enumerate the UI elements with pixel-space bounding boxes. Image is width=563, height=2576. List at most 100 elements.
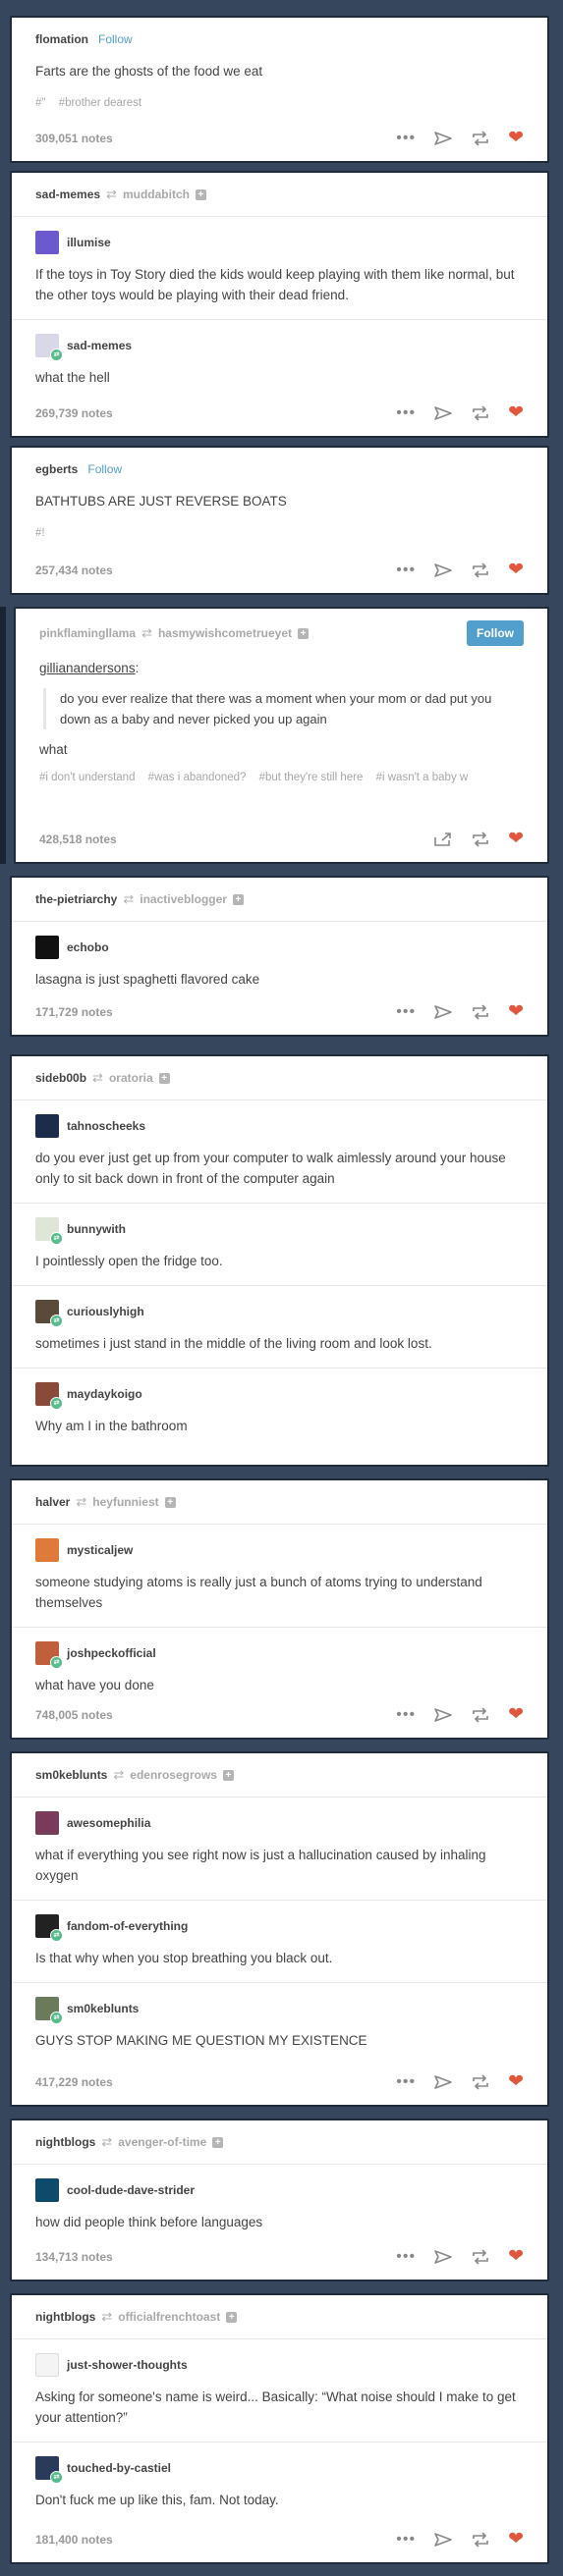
post-blog-name[interactable]: the-pietriarchy: [35, 892, 117, 906]
notes-count[interactable]: 134,713 notes: [35, 2250, 113, 2264]
notes-count[interactable]: 309,051 notes: [35, 132, 113, 145]
more-dots-icon[interactable]: •••: [396, 1003, 416, 1021]
share-icon[interactable]: [433, 2249, 453, 2265]
avatar[interactable]: ⇄: [35, 1997, 63, 2024]
follow-link[interactable]: Follow: [98, 32, 133, 46]
share-icon[interactable]: [433, 1004, 453, 1020]
reblog-source[interactable]: oratoria: [109, 1071, 153, 1085]
quote-source-link[interactable]: gillianandersons: [39, 661, 136, 675]
plus-icon[interactable]: +: [226, 2311, 238, 2323]
reblog-icon[interactable]: [471, 2532, 490, 2548]
more-dots-icon[interactable]: •••: [396, 2531, 416, 2549]
avatar[interactable]: [35, 936, 59, 959]
post-blog-name[interactable]: sm0keblunts: [35, 1768, 107, 1782]
heart-icon[interactable]: ❤: [508, 561, 524, 579]
thread-username[interactable]: fandom-of-everything: [67, 1919, 188, 1933]
more-dots-icon[interactable]: •••: [396, 130, 416, 147]
reblog-icon[interactable]: [471, 131, 490, 146]
avatar[interactable]: ⇄: [35, 1641, 63, 1669]
notes-count[interactable]: 181,400 notes: [35, 2533, 113, 2547]
thread-username[interactable]: joshpeckofficial: [67, 1646, 156, 1660]
thread-username[interactable]: sad-memes: [67, 339, 132, 352]
thread-username[interactable]: echobo: [67, 940, 109, 954]
reblog-source[interactable]: officialfrenchtoast: [118, 2310, 220, 2324]
plus-icon[interactable]: +: [158, 1072, 170, 1084]
notes-count[interactable]: 748,005 notes: [35, 1708, 113, 1722]
tag[interactable]: #i wasn't a baby w: [376, 772, 469, 783]
post-blog-name[interactable]: nightblogs: [35, 2135, 95, 2149]
more-dots-icon[interactable]: •••: [396, 2248, 416, 2266]
avatar[interactable]: [35, 2178, 59, 2202]
post-blog-name[interactable]: nightblogs: [35, 2310, 95, 2324]
more-dots-icon[interactable]: •••: [396, 1706, 416, 1724]
tag[interactable]: #": [35, 97, 45, 109]
share-icon[interactable]: [433, 1707, 453, 1723]
heart-icon[interactable]: ❤: [508, 1705, 524, 1724]
tag[interactable]: #i don't understand: [39, 772, 135, 783]
thread-username[interactable]: touched-by-castiel: [67, 2461, 171, 2475]
reblog-source[interactable]: muddabitch: [123, 188, 190, 201]
share-icon[interactable]: [433, 2074, 453, 2090]
post-blog-name[interactable]: halver: [35, 1495, 70, 1509]
post-blog-name[interactable]: pinkflamingllama: [39, 626, 136, 640]
thread-username[interactable]: bunnywith: [67, 1222, 126, 1236]
thread-user[interactable]: cool-dude-dave-strider: [35, 2165, 524, 2202]
more-dots-icon[interactable]: •••: [396, 404, 416, 422]
heart-icon[interactable]: ❤: [508, 2530, 524, 2549]
reblog-icon[interactable]: [471, 2074, 490, 2090]
post-blog-name[interactable]: sideb00b: [35, 1071, 86, 1085]
follow-button[interactable]: Follow: [467, 620, 524, 646]
reblog-icon[interactable]: [471, 405, 490, 421]
follow-link[interactable]: Follow: [87, 462, 122, 476]
thread-username[interactable]: maydaykoigo: [67, 1387, 142, 1401]
thread-user[interactable]: ⇄ joshpeckofficial: [35, 1628, 524, 1669]
tag[interactable]: #but they're still here: [259, 772, 364, 783]
thread-user[interactable]: mysticaljew: [35, 1525, 524, 1562]
avatar[interactable]: [35, 1538, 59, 1562]
thread-user[interactable]: ⇄ maydaykoigo: [35, 1368, 524, 1410]
share-icon[interactable]: [433, 563, 453, 578]
plus-icon[interactable]: +: [298, 627, 309, 639]
tag[interactable]: #was i abandoned?: [148, 772, 247, 783]
tag[interactable]: #!: [35, 527, 45, 539]
heart-icon[interactable]: ❤: [508, 2072, 524, 2091]
reblog-source[interactable]: hasmywishcometrueyet: [158, 626, 292, 640]
reblog-icon[interactable]: [471, 832, 490, 847]
heart-icon[interactable]: ❤: [508, 129, 524, 147]
thread-user[interactable]: ⇄ bunnywith: [35, 1204, 524, 1245]
heart-icon[interactable]: ❤: [508, 2247, 524, 2266]
thread-username[interactable]: sm0keblunts: [67, 2002, 139, 2015]
avatar[interactable]: ⇄: [35, 1217, 63, 1245]
reblog-source[interactable]: heyfunniest: [92, 1495, 158, 1509]
avatar[interactable]: [35, 2353, 59, 2377]
thread-username[interactable]: mysticaljew: [67, 1543, 133, 1557]
heart-icon[interactable]: ❤: [508, 830, 524, 848]
thread-username[interactable]: curiouslyhigh: [67, 1305, 144, 1318]
thread-username[interactable]: just-shower-thoughts: [67, 2358, 188, 2372]
avatar[interactable]: [35, 1811, 59, 1835]
reblog-source[interactable]: edenrosegrows: [130, 1768, 217, 1782]
plus-icon[interactable]: +: [164, 1496, 176, 1508]
avatar[interactable]: ⇄: [35, 1300, 63, 1327]
reblog-icon[interactable]: [471, 1707, 490, 1723]
more-dots-icon[interactable]: •••: [396, 562, 416, 579]
share-icon[interactable]: [433, 405, 453, 421]
thread-user[interactable]: ⇄ touched-by-castiel: [35, 2442, 524, 2484]
plus-icon[interactable]: +: [232, 893, 244, 905]
plus-icon[interactable]: +: [212, 2136, 224, 2148]
tag[interactable]: #brother dearest: [59, 97, 141, 109]
notes-count[interactable]: 171,729 notes: [35, 1005, 113, 1019]
thread-user[interactable]: ⇄ sm0keblunts: [35, 1983, 524, 2024]
thread-user[interactable]: tahnoscheeks: [35, 1100, 524, 1138]
share-icon[interactable]: [433, 2532, 453, 2548]
post-blog-name[interactable]: egberts: [35, 462, 78, 476]
avatar[interactable]: [35, 1114, 59, 1138]
post-blog-name[interactable]: flomation: [35, 32, 88, 46]
post-blog-name[interactable]: sad-memes: [35, 188, 100, 201]
thread-username[interactable]: awesomephilia: [67, 1816, 150, 1830]
thread-username[interactable]: illumise: [67, 236, 111, 249]
thread-user[interactable]: awesomephilia: [35, 1798, 524, 1835]
share-icon[interactable]: [433, 832, 453, 847]
thread-user[interactable]: ⇄ sad-memes: [35, 320, 524, 361]
plus-icon[interactable]: +: [222, 1769, 234, 1781]
